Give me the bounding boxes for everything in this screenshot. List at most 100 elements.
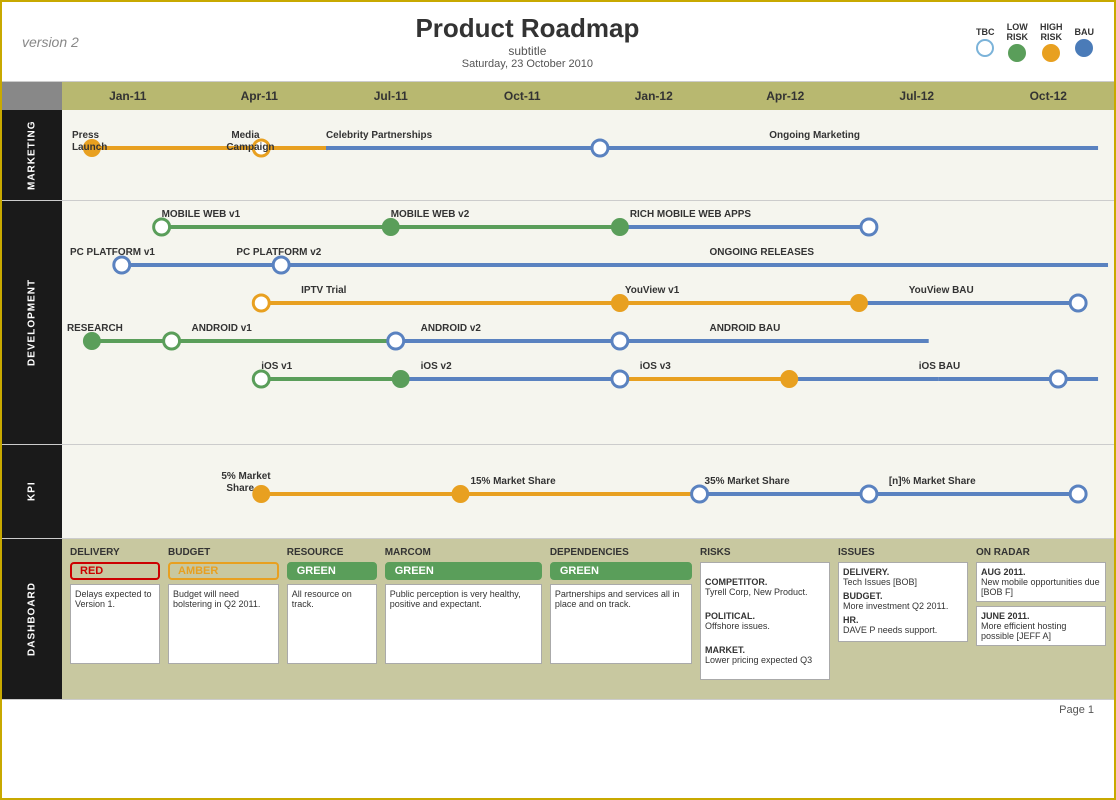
resource-col: RESOURCE GREEN All resource on track. [287, 547, 377, 691]
months-row: Jan-11 Apr-11 Jul-11 Oct-11 Jan-12 Apr-1… [2, 82, 1114, 110]
on-radar-title: ON RADAR [976, 547, 1106, 558]
risks-title: RISKS [700, 547, 830, 558]
marketing-content: Press Launch Media Campaign Celebrity Pa… [62, 110, 1114, 200]
on-radar-col: ON RADAR AUG 2011.New mobile opportuniti… [976, 547, 1106, 691]
svg-text:Share: Share [226, 483, 254, 494]
issues-item-2: BUDGET.More investment Q2 2011. [843, 591, 963, 611]
month-jan11: Jan-11 [62, 89, 194, 103]
marketing-label: MARKETING [2, 110, 62, 200]
svg-text:MOBILE WEB v2: MOBILE WEB v2 [391, 209, 470, 220]
legend-high-risk: HIGHRISK [1040, 22, 1063, 62]
dependencies-text: Partnerships and services all in place a… [555, 589, 680, 609]
svg-text:ANDROID v2: ANDROID v2 [421, 323, 482, 334]
footer: Page 1 [2, 699, 1114, 720]
kpi-svg: 5% Market Share 15% Market Share 35% Mar… [62, 449, 1114, 529]
version-label: version 2 [22, 34, 79, 50]
svg-text:RICH MOBILE WEB APPS: RICH MOBILE WEB APPS [630, 209, 752, 220]
svg-text:YouView BAU: YouView BAU [909, 285, 974, 296]
resource-title: RESOURCE [287, 547, 377, 558]
marcom-box: Public perception is very healthy, posit… [385, 584, 542, 664]
marcom-text: Public perception is very healthy, posit… [390, 589, 521, 609]
issues-item-1: DELIVERY.Tech Issues [BOB] [843, 567, 963, 587]
header: version 2 Product Roadmap subtitle Satur… [2, 2, 1114, 82]
legend-low-risk: LOWRISK [1006, 22, 1028, 62]
tbc-circle [976, 39, 994, 57]
dependencies-col: DEPENDENCIES GREEN Partnerships and serv… [550, 547, 692, 691]
delivery-title: DELIVERY [70, 547, 160, 558]
development-svg: MOBILE WEB v1 MOBILE WEB v2 RICH MOBILE … [62, 205, 1114, 435]
marcom-title: MARCOM [385, 547, 542, 558]
dashboard-row: DASHBOARD DELIVERY RED Delays expected t… [2, 539, 1114, 699]
on-radar-item-1: AUG 2011.New mobile opportunities due [B… [976, 562, 1106, 602]
delivery-text: Delays expected to Version 1. [75, 589, 152, 609]
risks-item-2: POLITICAL.Offshore issues. [705, 611, 825, 631]
svg-text:5% Market: 5% Market [221, 471, 271, 482]
kpi-content: 5% Market Share 15% Market Share 35% Mar… [62, 445, 1114, 538]
svg-text:PC PLATFORM v1: PC PLATFORM v1 [70, 247, 155, 258]
svg-text:ANDROID v1: ANDROID v1 [192, 323, 253, 334]
svg-text:Celebrity Partnerships: Celebrity Partnerships [326, 130, 433, 141]
svg-text:Press: Press [72, 130, 100, 141]
svg-text:15% Market Share: 15% Market Share [470, 476, 556, 487]
budget-box: Budget will need bolstering in Q2 2011. [168, 584, 279, 664]
months-spacer [2, 82, 62, 110]
svg-text:IPTV Trial: IPTV Trial [301, 285, 347, 296]
title-block: Product Roadmap subtitle Saturday, 23 Oc… [415, 13, 639, 70]
svg-text:iOS v2: iOS v2 [421, 361, 452, 372]
issues-item-3: HR.DAVE P needs support. [843, 615, 963, 635]
budget-badge: AMBER [168, 562, 279, 580]
month-oct12: Oct-12 [983, 89, 1115, 103]
month-jul11: Jul-11 [325, 89, 457, 103]
development-section: DEVELOPMENT MOBILE WEB v1 MOBILE WEB v2 [2, 201, 1114, 445]
resource-text: All resource on track. [292, 589, 352, 609]
timeline-container: Jan-11 Apr-11 Jul-11 Oct-11 Jan-12 Apr-1… [2, 82, 1114, 539]
svg-text:iOS BAU: iOS BAU [919, 361, 960, 372]
svg-text:Launch: Launch [72, 142, 107, 153]
month-apr11: Apr-11 [194, 89, 326, 103]
month-apr12: Apr-12 [720, 89, 852, 103]
issues-box: DELIVERY.Tech Issues [BOB] BUDGET.More i… [838, 562, 968, 642]
page-number: Page 1 [1059, 704, 1094, 716]
marcom-badge: GREEN [385, 562, 542, 580]
svg-text:Ongoing Marketing: Ongoing Marketing [769, 130, 860, 141]
svg-text:[n]% Market Share: [n]% Market Share [889, 476, 976, 487]
marketing-section: MARKETING Press Launch Media Campaign Ce [2, 110, 1114, 201]
subtitle: subtitle [415, 44, 639, 58]
marketing-svg: Press Launch Media Campaign Celebrity Pa… [62, 120, 1114, 200]
risks-item-1: COMPETITOR.Tyrell Corp, New Product. [705, 577, 825, 597]
resource-box: All resource on track. [287, 584, 377, 664]
high-risk-circle [1042, 44, 1060, 62]
resource-badge: GREEN [287, 562, 377, 580]
month-jul12: Jul-12 [851, 89, 983, 103]
risks-col: RISKS COMPETITOR.Tyrell Corp, New Produc… [700, 547, 830, 691]
dependencies-box: Partnerships and services all in place a… [550, 584, 692, 664]
svg-text:RESEARCH: RESEARCH [67, 323, 123, 334]
low-risk-circle [1008, 44, 1026, 62]
svg-text:iOS v1: iOS v1 [261, 361, 292, 372]
delivery-col: DELIVERY RED Delays expected to Version … [70, 547, 160, 691]
marcom-col: MARCOM GREEN Public perception is very h… [385, 547, 542, 691]
on-radar-item-2: JUNE 2011.More efficient hosting possibl… [976, 606, 1106, 646]
risks-item-3: MARKET.Lower pricing expected Q3 [705, 645, 825, 665]
dependencies-title: DEPENDENCIES [550, 547, 692, 558]
dashboard-content: DELIVERY RED Delays expected to Version … [62, 539, 1114, 699]
bau-circle [1075, 39, 1093, 57]
date: Saturday, 23 October 2010 [415, 58, 639, 70]
dependencies-badge: GREEN [550, 562, 692, 580]
svg-text:35% Market Share: 35% Market Share [705, 476, 791, 487]
legend-tbc: TBC [976, 27, 995, 57]
delivery-badge: RED [70, 562, 160, 580]
svg-text:ONGOING RELEASES: ONGOING RELEASES [710, 247, 815, 258]
months-bar: Jan-11 Apr-11 Jul-11 Oct-11 Jan-12 Apr-1… [62, 82, 1114, 110]
budget-title: BUDGET [168, 547, 279, 558]
month-jan12: Jan-12 [588, 89, 720, 103]
development-label: DEVELOPMENT [2, 201, 62, 444]
svg-text:Media: Media [231, 130, 260, 141]
kpi-label: KPI [2, 445, 62, 538]
budget-text: Budget will need bolstering in Q2 2011. [173, 589, 260, 609]
kpi-section: KPI 5% Market Share 15% Market Share 35%… [2, 445, 1114, 539]
legend-bau: BAU [1075, 27, 1095, 57]
page-title: Product Roadmap [415, 13, 639, 44]
svg-text:ANDROID BAU: ANDROID BAU [710, 323, 781, 334]
svg-text:YouView v1: YouView v1 [625, 285, 680, 296]
